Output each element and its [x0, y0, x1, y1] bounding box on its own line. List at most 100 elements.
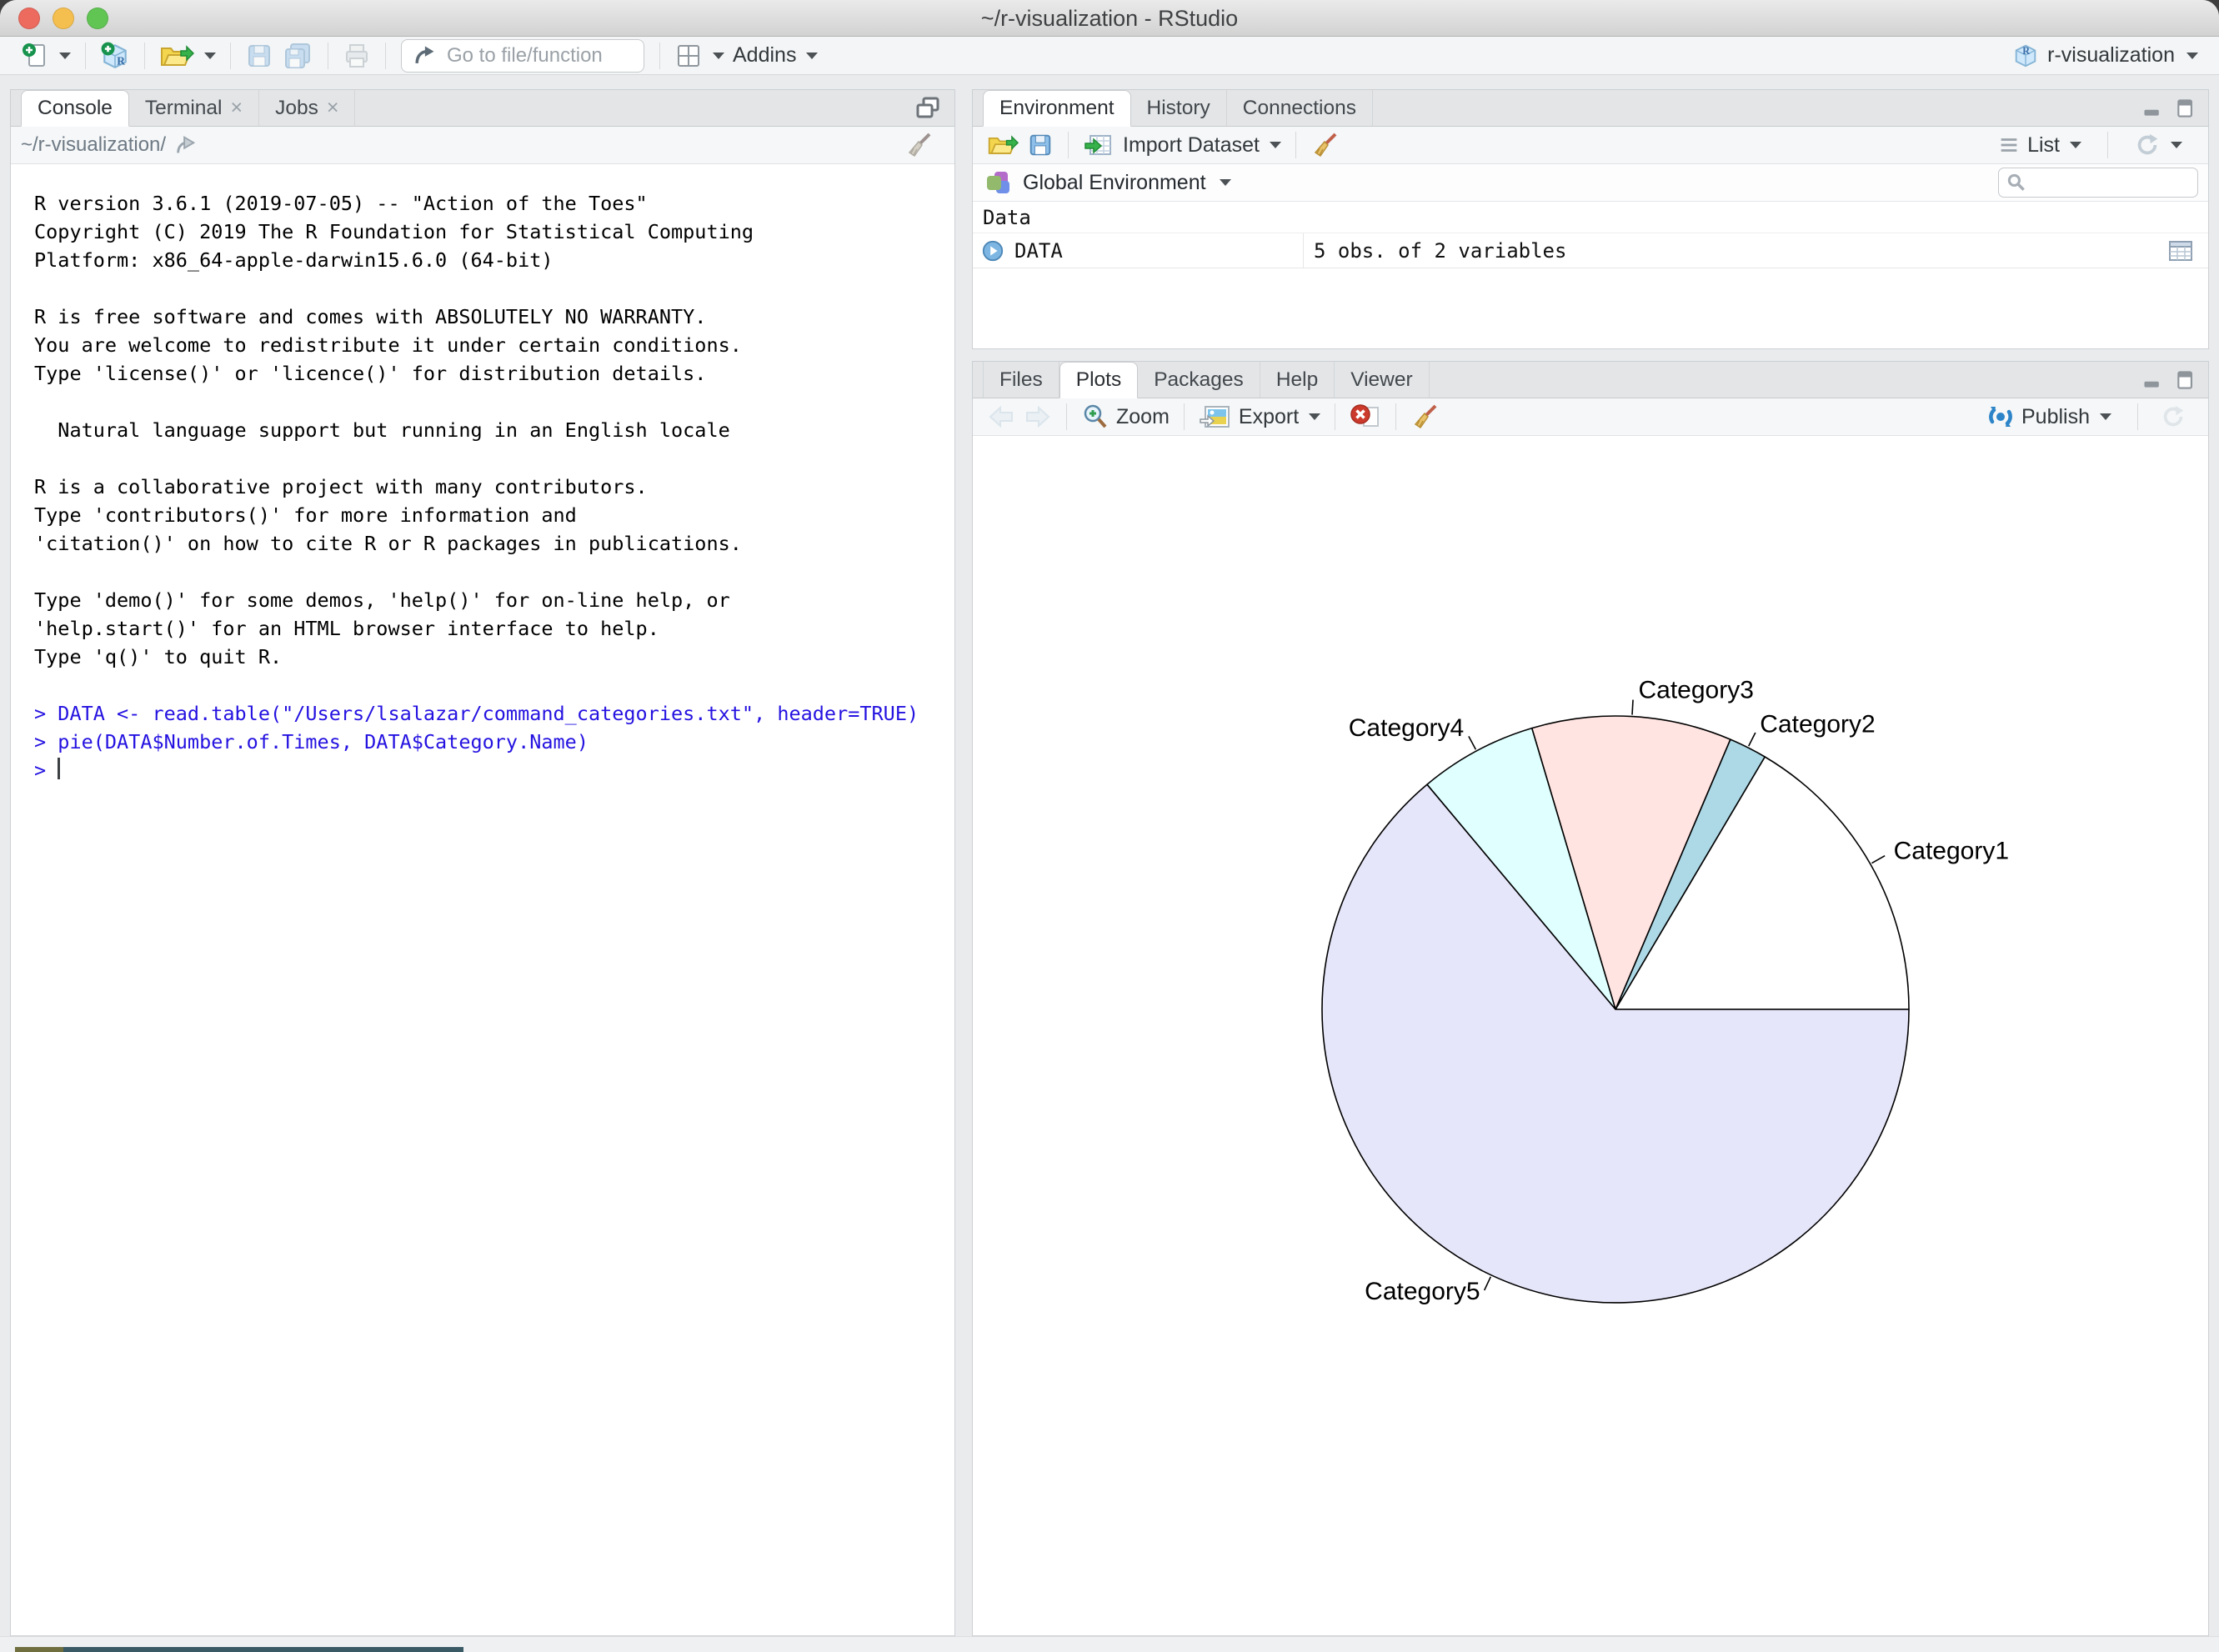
data-section-label: Data	[983, 206, 1031, 229]
tab-jobs[interactable]: Jobs ×	[259, 90, 355, 126]
goto-file-function-box[interactable]	[401, 39, 644, 73]
chevron-down-icon	[2171, 142, 2182, 148]
environment-object-row[interactable]: DATA 5 obs. of 2 variables	[973, 233, 2208, 268]
minimize-pane-icon[interactable]	[2141, 98, 2163, 119]
console-line: Type 'contributors()' for more informati…	[34, 501, 954, 529]
environment-scope-label[interactable]: Global Environment	[1023, 171, 1206, 195]
environment-search-box[interactable]	[1998, 168, 2198, 198]
plots-tabstrip: Files Plots Packages Help Viewer	[973, 362, 2208, 398]
zoom-window-button[interactable]	[87, 8, 108, 29]
goto-directory-icon[interactable]	[174, 133, 198, 157]
tab-files[interactable]: Files	[983, 362, 1059, 398]
console-line: Platform: x86_64-apple-darwin15.6.0 (64-…	[34, 246, 954, 274]
publish-label: Publish	[2021, 405, 2090, 429]
pie-label: Category2	[1760, 710, 1875, 738]
next-plot-button[interactable]	[1024, 404, 1052, 429]
close-icon[interactable]: ×	[327, 98, 339, 118]
open-file-button[interactable]	[159, 42, 216, 70]
clear-console-broom-icon[interactable]	[904, 131, 933, 159]
export-plot-button[interactable]: Export	[1199, 403, 1320, 431]
tab-terminal[interactable]: Terminal ×	[129, 90, 259, 126]
new-file-button[interactable]	[21, 42, 71, 70]
toolbar-separator	[1184, 403, 1185, 430]
pie-label-tick	[1632, 700, 1633, 715]
minimize-pane-icon[interactable]	[2141, 369, 2163, 391]
tab-plots[interactable]: Plots	[1059, 362, 1138, 398]
goto-arrow-icon	[412, 43, 437, 68]
tab-connections[interactable]: Connections	[1227, 90, 1373, 126]
save-icon	[245, 42, 273, 70]
toolbar-separator	[1395, 403, 1396, 430]
main-toolbar: R Addins R	[0, 37, 2219, 75]
print-button[interactable]	[343, 42, 371, 70]
export-label: Export	[1239, 405, 1299, 429]
traffic-lights	[18, 8, 108, 29]
pie-label-tick	[1871, 856, 1885, 864]
close-icon[interactable]: ×	[230, 98, 243, 118]
save-button[interactable]	[245, 42, 273, 70]
new-project-icon: R	[100, 41, 130, 71]
maximize-pane-icon[interactable]	[2175, 98, 2196, 119]
import-dataset-button[interactable]: Import Dataset	[1083, 131, 1281, 159]
tab-environment[interactable]: Environment	[983, 90, 1131, 127]
save-workspace-button[interactable]	[1027, 132, 1054, 158]
list-view-button[interactable]: List	[1997, 133, 2081, 158]
close-window-button[interactable]	[18, 8, 40, 29]
tab-console[interactable]: Console	[21, 90, 129, 127]
environment-search-input[interactable]	[2032, 171, 2182, 194]
pie-chart: Category1Category2Category3Category4Cate…	[973, 436, 2208, 1634]
console-line: > DATA <- read.table("/Users/lsalazar/co…	[34, 699, 954, 728]
broom-icon	[1410, 403, 1439, 431]
r-project-icon: R	[2012, 43, 2039, 69]
clear-all-plots-button[interactable]	[1410, 403, 1439, 431]
popout-window-icon[interactable]	[913, 94, 943, 123]
minimize-window-button[interactable]	[53, 8, 74, 29]
chevron-down-icon	[2100, 413, 2111, 420]
tab-files-label: Files	[999, 368, 1043, 392]
svg-text:R: R	[2022, 45, 2030, 57]
console-panel: Console Terminal × Jobs × ~/r-visualizat…	[10, 89, 955, 1636]
toolbar-separator	[230, 43, 231, 69]
toolbar-separator	[1066, 403, 1067, 430]
remove-plot-button[interactable]	[1350, 403, 1381, 431]
pane-layout-button[interactable]	[674, 42, 724, 70]
environment-scope-row: Global Environment	[973, 164, 2208, 202]
toolbar-separator	[385, 43, 386, 69]
refresh-plot-icon[interactable]	[2160, 403, 2186, 430]
open-folder-icon	[987, 132, 1019, 158]
tab-viewer[interactable]: Viewer	[1335, 362, 1429, 398]
plots-toolbar: Zoom Export	[973, 398, 2208, 436]
new-file-icon	[21, 42, 49, 70]
clear-environment-button[interactable]	[1310, 131, 1339, 159]
addins-label: Addins	[733, 43, 796, 68]
tab-packages[interactable]: Packages	[1138, 362, 1260, 398]
tab-plots-label: Plots	[1076, 368, 1121, 392]
chevron-down-icon	[1309, 413, 1320, 420]
previous-plot-button[interactable]	[987, 404, 1015, 429]
project-selector[interactable]: R r-visualization	[2012, 43, 2198, 69]
console-line: 'help.start()' for an HTML browser inter…	[34, 614, 954, 643]
environment-section-header: Data	[973, 202, 2208, 233]
refresh-environment-button[interactable]	[2134, 132, 2182, 158]
goto-file-function-input[interactable]	[445, 43, 629, 68]
window-title: ~/r-visualization - RStudio	[0, 0, 2219, 37]
expand-play-icon[interactable]	[981, 239, 1004, 263]
publish-button[interactable]: Publish	[1986, 403, 2111, 431]
load-workspace-button[interactable]	[987, 132, 1019, 158]
tab-history[interactable]: History	[1131, 90, 1227, 126]
chevron-down-icon[interactable]	[1220, 179, 1231, 186]
console-line	[34, 444, 954, 473]
zoom-plot-button[interactable]: Zoom	[1081, 403, 1170, 431]
addins-button[interactable]: Addins	[733, 43, 818, 68]
environment-toolbar: Import Dataset List	[973, 127, 2208, 164]
tab-terminal-label: Terminal	[145, 97, 223, 120]
toolbar-separator	[1068, 132, 1069, 158]
console-output[interactable]: R version 3.6.1 (2019-07-05) -- "Action …	[11, 164, 954, 1598]
save-all-button[interactable]	[282, 42, 313, 70]
tab-connections-label: Connections	[1243, 97, 1356, 120]
view-table-icon[interactable]	[2166, 238, 2195, 263]
new-project-button[interactable]: R	[100, 41, 130, 71]
tab-help[interactable]: Help	[1260, 362, 1335, 398]
tab-help-label: Help	[1276, 368, 1318, 392]
maximize-pane-icon[interactable]	[2175, 369, 2196, 391]
